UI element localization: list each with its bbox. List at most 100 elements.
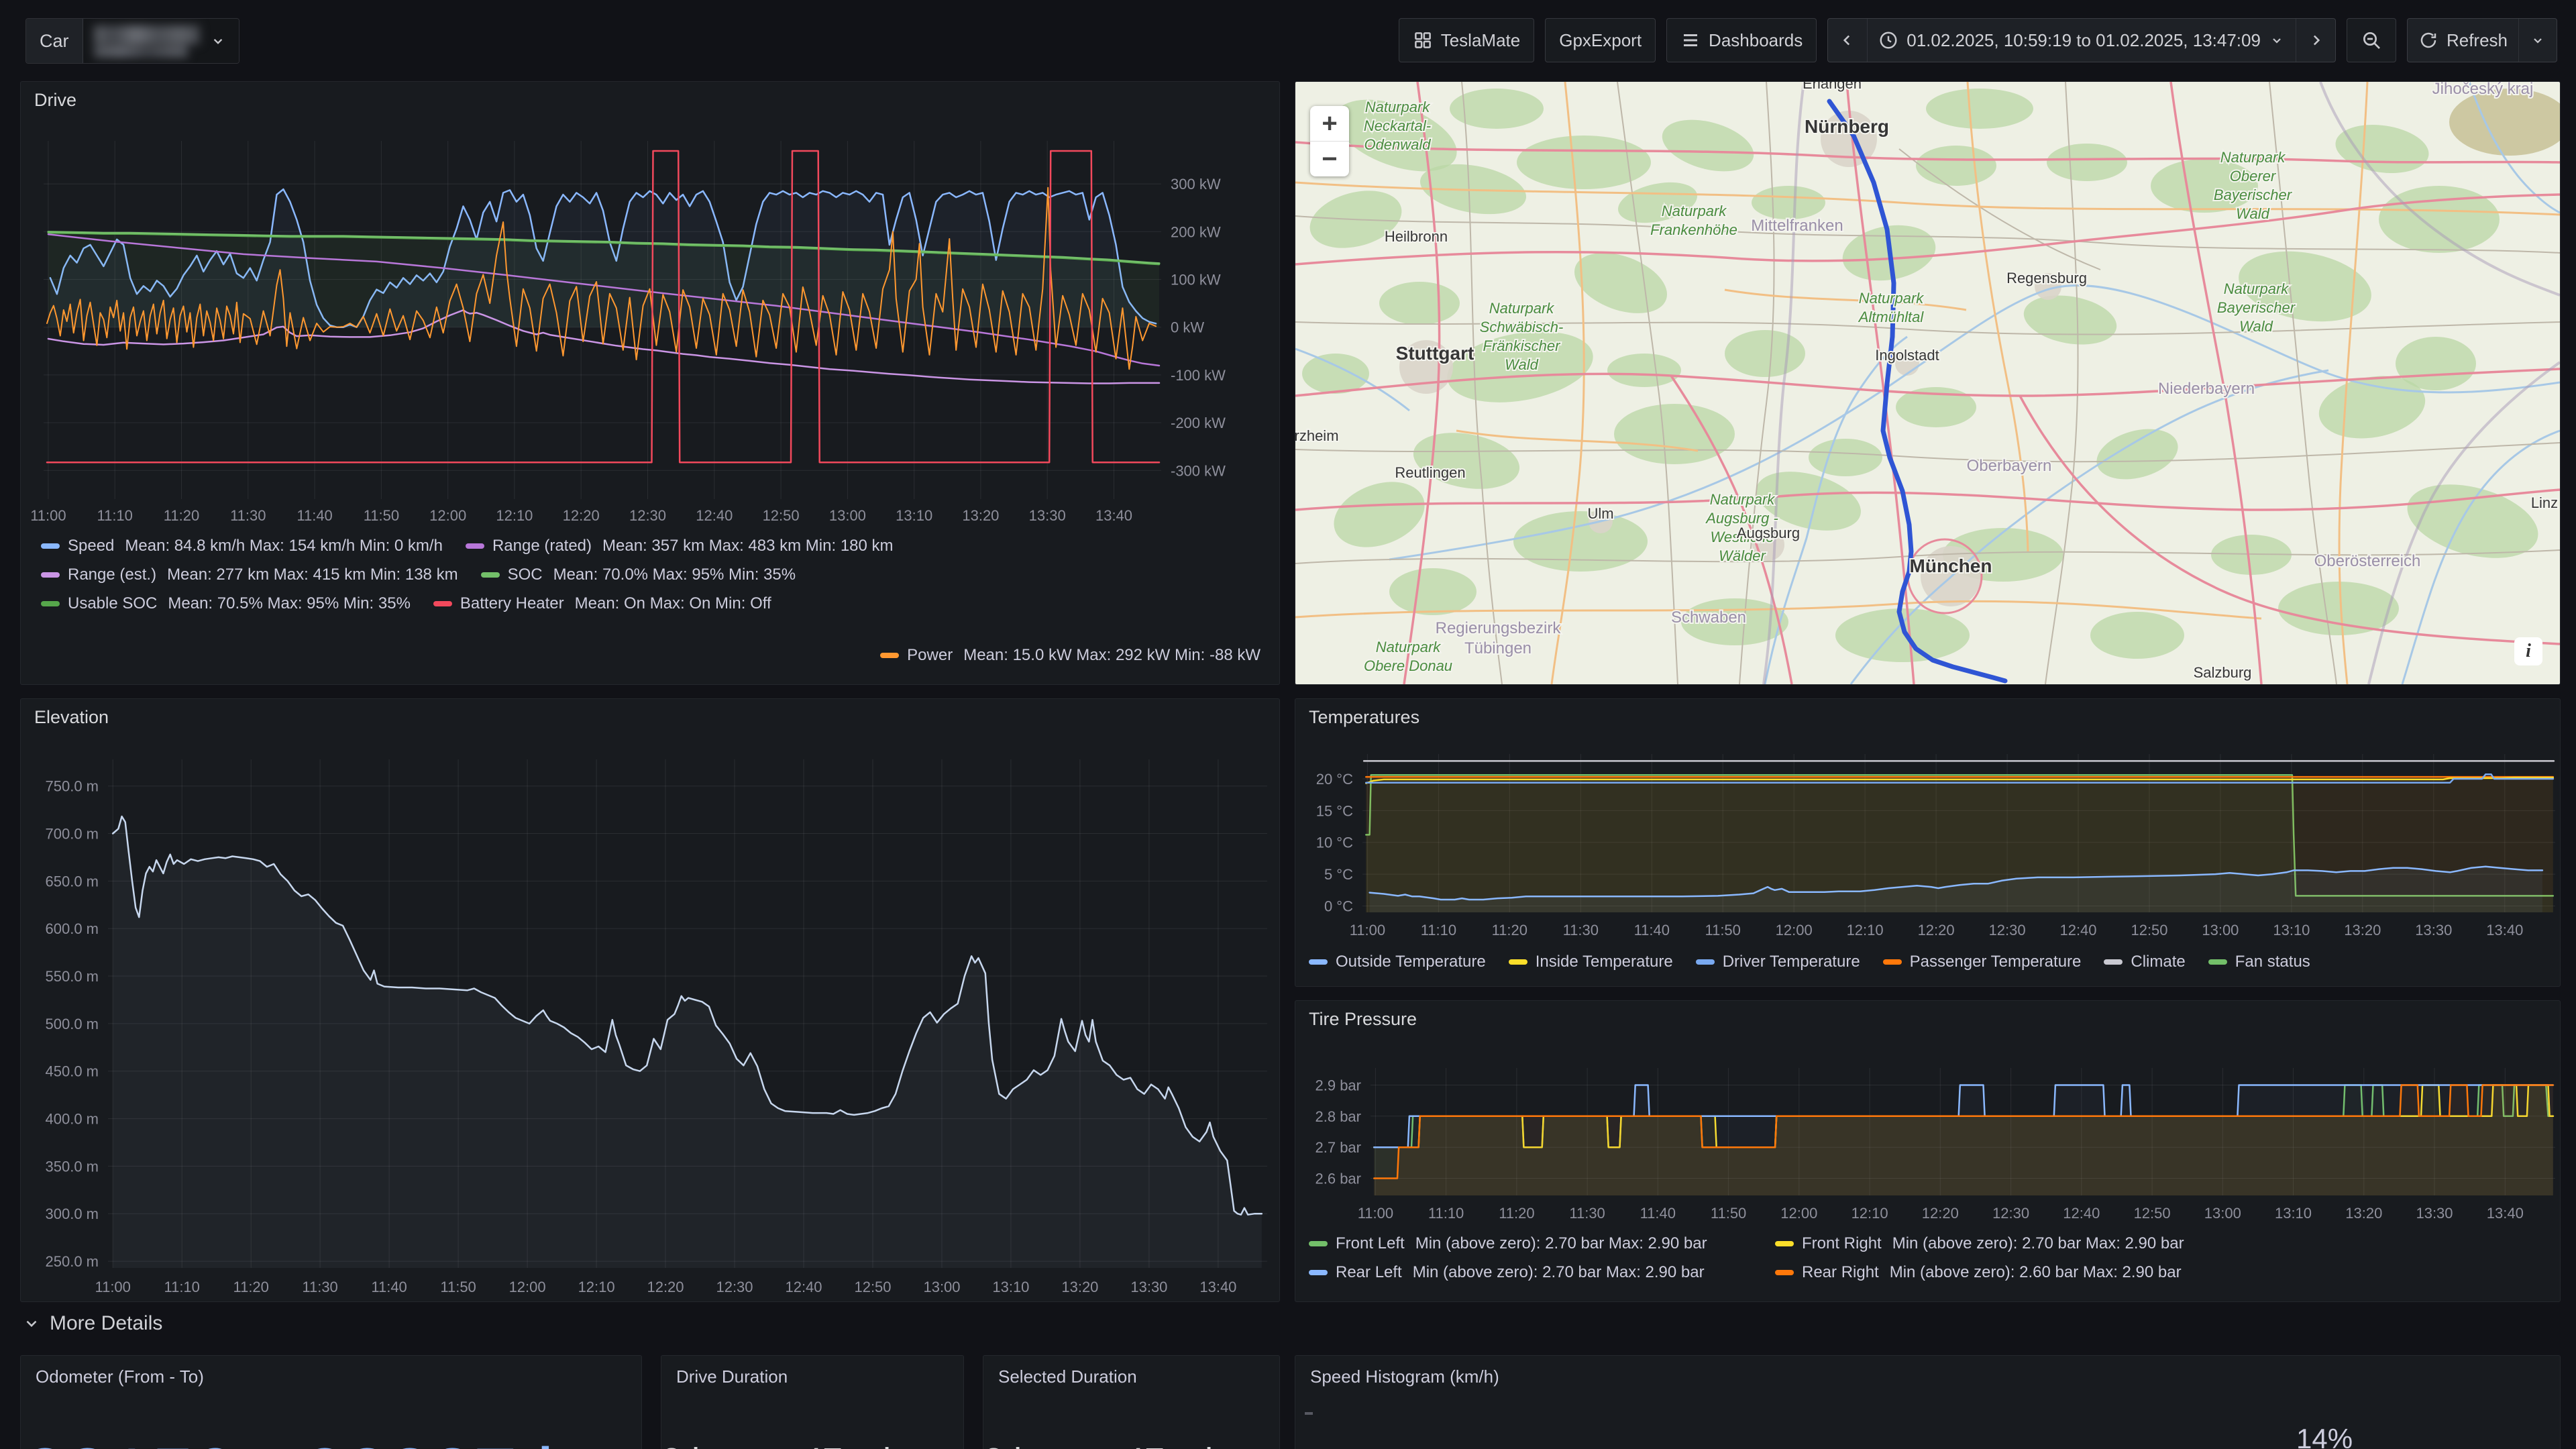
legend-item-soc[interactable]: SOCMean: 70.0% Max: 95% Min: 35%: [481, 566, 796, 584]
legend-label: Driver Temperature: [1723, 953, 1860, 971]
x-axis-tick-label: 12:30: [1989, 922, 2026, 938]
legend-item-speed[interactable]: SpeedMean: 84.8 km/h Max: 154 km/h Min: …: [41, 537, 443, 555]
legend-item-climate[interactable]: Climate: [2104, 953, 2185, 971]
x-axis-tick-label: 12:30: [1992, 1205, 2029, 1222]
x-axis-tick-label: 11:30: [1563, 922, 1599, 938]
list-icon: [1680, 30, 1701, 50]
map-region-label: Oberbayern: [1967, 457, 2052, 475]
time-range-text: 01.02.2025, 10:59:19 to 01.02.2025, 13:4…: [1907, 30, 2261, 51]
selected-duration-value: 2 hours, 47 minutes: [983, 1440, 1279, 1449]
x-axis-tick-label: 11:50: [1705, 922, 1740, 938]
dashboards-button[interactable]: Dashboards: [1666, 18, 1817, 62]
map-city-label: Reutlingen: [1395, 464, 1465, 481]
map-zoom-out-button[interactable]: −: [1310, 142, 1349, 176]
drive-duration-value: 2 hours, 47 minutes: [661, 1440, 963, 1449]
legend-swatch: [1775, 1241, 1794, 1246]
x-axis-tick-label: 13:30: [1130, 1279, 1167, 1295]
apps-icon: [1413, 30, 1433, 50]
x-axis-tick-label: 12:10: [496, 507, 533, 524]
legend-item-passenger-temperature[interactable]: Passenger Temperature: [1883, 953, 2082, 971]
refresh-interval-dropdown[interactable]: [2518, 19, 2557, 62]
legend-item-rear-left[interactable]: Rear LeftMin (above zero): 2.70 bar Max:…: [1309, 1263, 1775, 1282]
route-map[interactable]: NaturparkNeckartal-OdenwaldNaturparkFran…: [1295, 82, 2560, 684]
legend-item-range-rated-[interactable]: Range (rated) Mean: 357 km Max: 483 km Mi…: [466, 537, 894, 555]
car-name-redacted: [94, 24, 200, 58]
teslamate-button[interactable]: TeslaMate: [1399, 18, 1535, 62]
more-details-row[interactable]: More Details: [23, 1312, 162, 1335]
magnifier-minus-icon: [2361, 30, 2382, 51]
y-axis-tick-label: 750.0 m: [46, 778, 99, 795]
legend-swatch: [1775, 1270, 1794, 1275]
x-axis-tick-label: 12:50: [2131, 922, 2167, 938]
temperatures-legend: Outside Temperature Inside Temperature Dri…: [1309, 953, 2541, 981]
legend-label: Usable SOC: [68, 594, 157, 613]
legend-stats: Mean: 70.5% Max: 95% Min: 35%: [168, 594, 411, 613]
legend-label: Range (rated): [492, 537, 592, 555]
legend-item-battery-heater[interactable]: Battery HeaterMean: On Max: On Min: Off: [433, 594, 771, 613]
panel-title: Tire Pressure: [1309, 1009, 1417, 1030]
legend-swatch: [41, 601, 60, 606]
map-attribution-button[interactable]: i: [2514, 637, 2542, 665]
legend-item-range-est-[interactable]: Range (est.)Mean: 277 km Max: 415 km Min…: [41, 566, 458, 584]
panel-title: Elevation: [34, 707, 109, 728]
x-axis-tick-label: 11:00: [30, 507, 66, 524]
x-axis-tick-label: 11:00: [1350, 922, 1385, 938]
map-city-label: Nürnberg: [1805, 116, 1889, 137]
temperatures-chart[interactable]: 11:0011:1011:2011:3011:4011:5012:0012:10…: [1295, 699, 2560, 986]
car-variable-value[interactable]: [83, 19, 239, 63]
legend-item-fan-status[interactable]: Fan status: [2208, 953, 2310, 971]
x-axis-tick-label: 12:00: [429, 507, 466, 524]
legend-label: Power: [907, 646, 953, 665]
legend-item-usable-soc[interactable]: Usable SOC Mean: 70.5% Max: 95% Min: 35%: [41, 594, 411, 613]
dashboards-button-label: Dashboards: [1709, 30, 1803, 51]
map-city-label: Ingolstadt: [1875, 347, 1939, 364]
y-axis-tick-label: 400.0 m: [46, 1111, 99, 1128]
legend-item-outside-temperature[interactable]: Outside Temperature: [1309, 953, 1486, 971]
map-region-label: Schwaben: [1671, 608, 1746, 627]
legend-label: SOC: [508, 566, 543, 584]
x-axis-tick-label: 11:20: [233, 1279, 268, 1295]
x-axis-tick-label: 13:20: [2345, 1205, 2382, 1222]
legend-row: Rear LeftMin (above zero): 2.70 bar Max:…: [1309, 1263, 2541, 1282]
legend-stats: Min (above zero): 2.60 bar Max: 2.90 bar: [1890, 1263, 2182, 1282]
map-zoom-in-button[interactable]: +: [1310, 106, 1349, 142]
legend-item-power[interactable]: Power Mean: 15.0 kW Max: 292 kW Min: -88 …: [880, 646, 1260, 665]
elevation-chart[interactable]: 11:0011:1011:2011:3011:4011:5012:0012:10…: [21, 699, 1279, 1301]
legend-swatch: [1883, 959, 1902, 965]
legend-item-front-left[interactable]: Front LeftMin (above zero): 2.70 bar Max…: [1309, 1234, 1775, 1253]
time-shift-forward-button[interactable]: [2296, 19, 2335, 62]
x-axis-tick-label: 11:50: [1711, 1205, 1746, 1222]
map-city-label: Ulm: [1587, 505, 1613, 522]
tire-pressure-panel: Tire Pressure 11:0011:1011:2011:3011:401…: [1295, 1000, 2561, 1302]
y-axis-tick-label: 2.6 bar: [1316, 1171, 1362, 1187]
x-axis-tick-label: 12:40: [2063, 1205, 2100, 1222]
refresh-button[interactable]: Refresh: [2408, 19, 2518, 62]
y-axis-tick-label: 650.0 m: [46, 873, 99, 890]
legend-item-rear-right[interactable]: Rear RightMin (above zero): 2.60 bar Max…: [1775, 1263, 2541, 1282]
time-range-button[interactable]: 01.02.2025, 10:59:19 to 01.02.2025, 13:4…: [1867, 19, 2296, 62]
gpxexport-button-label: GpxExport: [1559, 30, 1642, 51]
y-axis-tick-label: 300.0 m: [46, 1205, 99, 1222]
x-axis-tick-label: 13:30: [2416, 1205, 2453, 1222]
legend-swatch: [1309, 1241, 1328, 1246]
y-axis-tick-label: 450.0 m: [46, 1063, 99, 1080]
x-axis-tick-label: 13:20: [2344, 922, 2381, 938]
car-variable-control[interactable]: Car: [25, 18, 239, 64]
map-region-label: Niederbayern: [2158, 380, 2255, 398]
legend-item-inside-temperature[interactable]: Inside Temperature: [1509, 953, 1673, 971]
y-axis-tick-label: 2.8 bar: [1316, 1108, 1362, 1125]
legend-stats: Mean: 357 km Max: 483 km Min: 180 km: [602, 537, 894, 555]
gpxexport-button[interactable]: GpxExport: [1545, 18, 1656, 62]
zoom-out-time-button[interactable]: [2347, 18, 2396, 62]
legend-stats: Mean: 15.0 kW Max: 292 kW Min: -88 kW: [963, 646, 1260, 665]
elevation-panel: Elevation 11:0011:1011:2011:3011:4011:50…: [20, 698, 1280, 1302]
legend-item-front-right[interactable]: Front RightMin (above zero): 2.70 bar Ma…: [1775, 1234, 2541, 1253]
legend-item-driver-temperature[interactable]: Driver Temperature: [1696, 953, 1860, 971]
x-axis-tick-label: 12:30: [629, 507, 666, 524]
time-shift-back-button[interactable]: [1828, 19, 1867, 62]
y-axis-tick-label: 350.0 m: [46, 1158, 99, 1175]
refresh-button-label: Refresh: [2447, 30, 2508, 51]
legend-swatch: [1309, 959, 1328, 965]
y-axis-tick-label: 2.9 bar: [1316, 1077, 1362, 1094]
selected-duration-panel: Selected Duration 2 hours, 47 minutes: [983, 1355, 1280, 1449]
